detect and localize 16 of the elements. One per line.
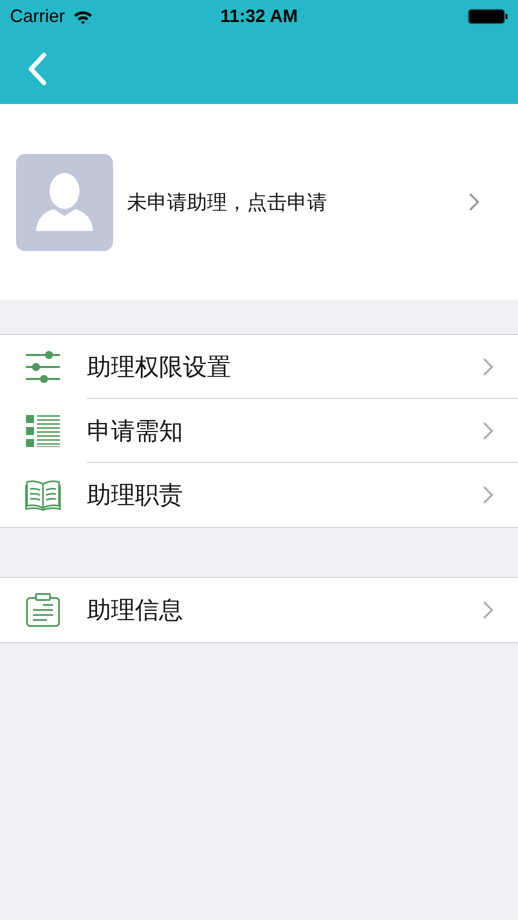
apply-prompt: 未申请助理，点击申请 bbox=[127, 188, 327, 216]
clipboard-icon bbox=[26, 593, 60, 627]
list-icon bbox=[26, 415, 60, 447]
apply-row[interactable]: 未申请助理，点击申请 bbox=[0, 104, 518, 300]
chevron-icon bbox=[482, 356, 494, 376]
chevron-icon bbox=[468, 192, 480, 212]
chevron-icon bbox=[482, 600, 494, 620]
chevron-icon bbox=[482, 485, 494, 505]
chevron-icon bbox=[482, 420, 494, 440]
wifi-icon bbox=[73, 10, 94, 24]
carrier-name: Carrier bbox=[10, 6, 66, 27]
avatar-icon bbox=[16, 154, 113, 250]
book-icon bbox=[24, 479, 60, 511]
clock-time: 11:32 AM bbox=[220, 6, 298, 27]
sliders-icon bbox=[24, 351, 60, 383]
battery-icon bbox=[468, 9, 508, 24]
